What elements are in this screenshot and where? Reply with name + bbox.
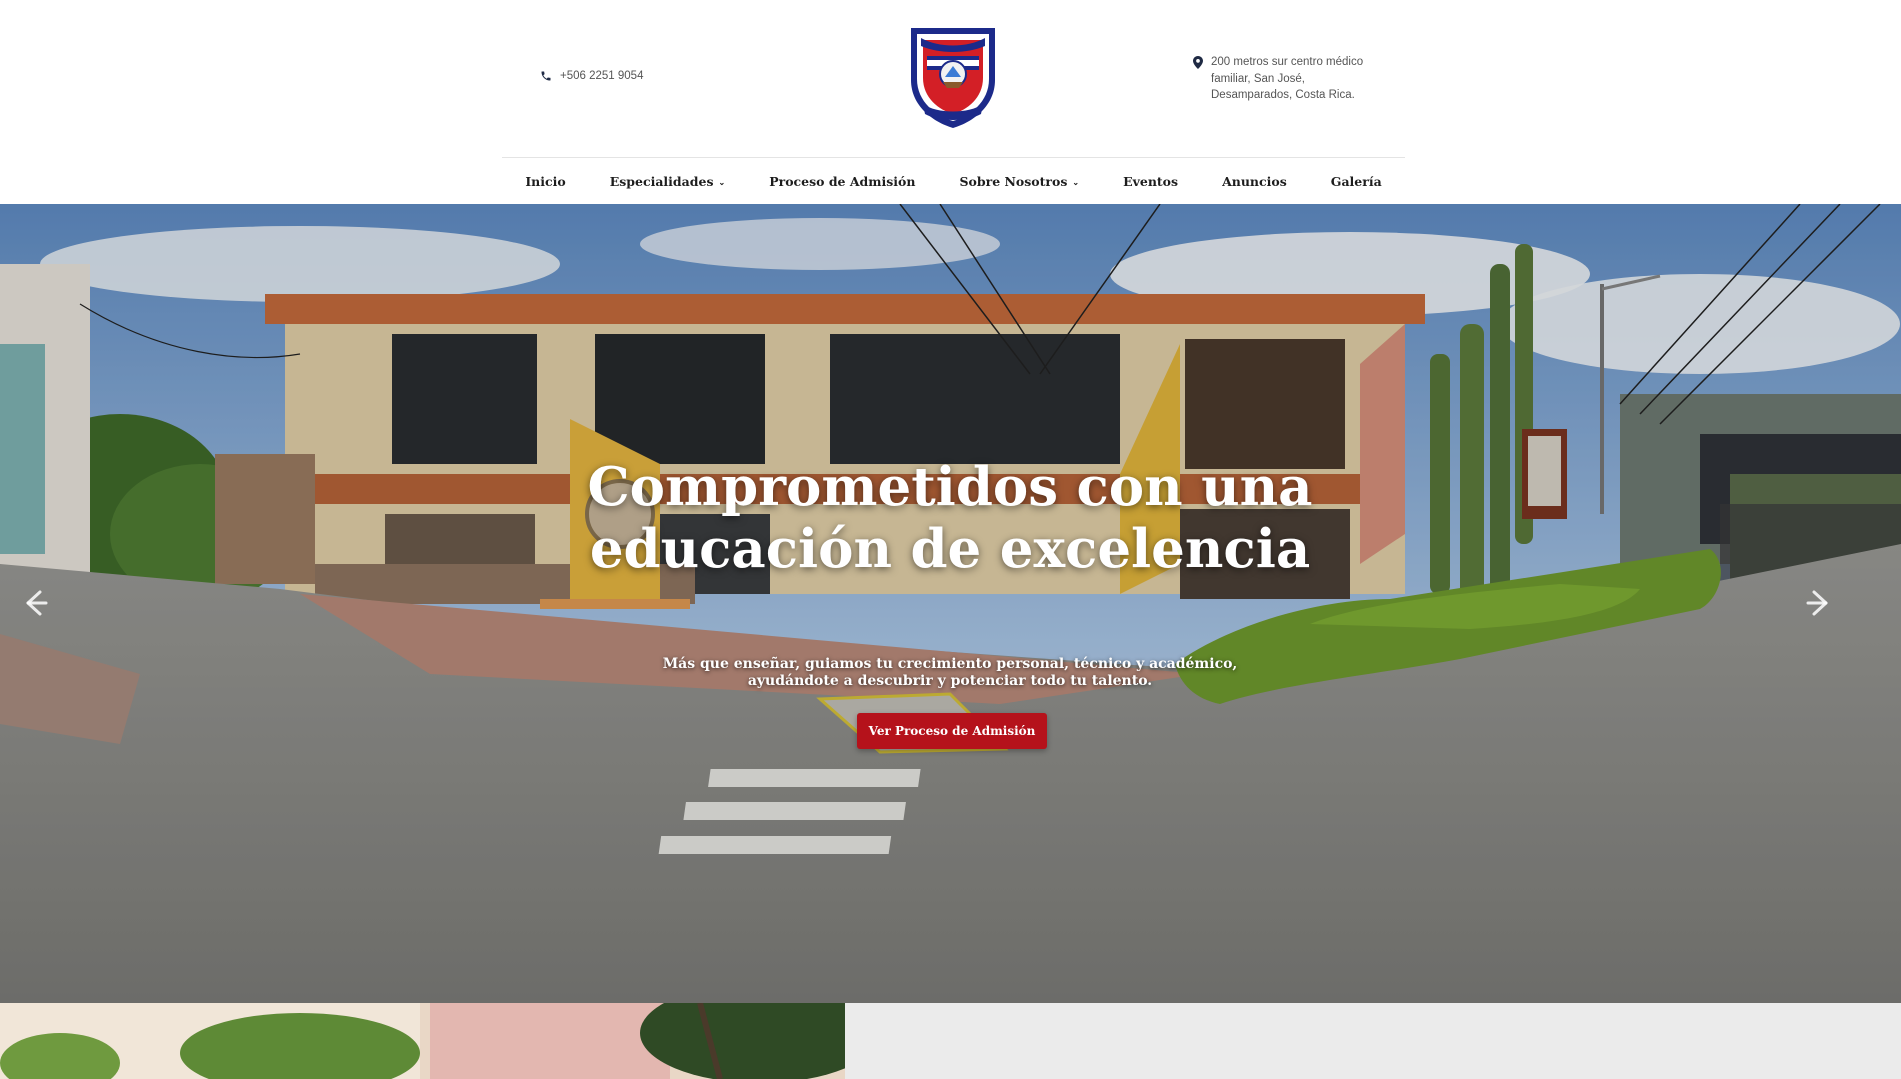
campus-photo	[0, 1003, 845, 1079]
nav-label: Anuncios	[1222, 173, 1287, 189]
nav-label: Inicio	[525, 173, 566, 189]
nav-item-galeria[interactable]: Galería	[1331, 174, 1382, 189]
nav-label: Especialidades	[609, 173, 714, 189]
nav-item-sobre-nosotros[interactable]: Sobre Nosotros ⌄	[960, 174, 1080, 189]
admission-process-button[interactable]: Ver Proceso de Admisión	[857, 713, 1047, 749]
nav-item-especialidades[interactable]: Especialidades ⌄	[610, 174, 726, 189]
nav-label: Eventos	[1123, 173, 1179, 189]
nav-label: Sobre Nosotros	[959, 173, 1068, 189]
hero-overlay	[0, 204, 1901, 1003]
address-text: 200 metros sur centro médico familiar, S…	[1211, 56, 1364, 101]
arrow-left-icon[interactable]	[18, 586, 52, 620]
phone-icon	[541, 71, 551, 81]
nav-label: Proceso de Admisión	[769, 173, 916, 189]
chevron-down-icon: ⌄	[1072, 177, 1080, 187]
nav-item-inicio[interactable]: Inicio	[525, 174, 565, 189]
chevron-down-icon: ⌄	[718, 177, 726, 187]
below-hero-section	[0, 1003, 1901, 1079]
map-pin-icon	[1193, 56, 1203, 69]
nav-item-proceso-de-admision[interactable]: Proceso de Admisión	[769, 174, 915, 189]
header-phone[interactable]: +506 2251 9054	[540, 70, 643, 82]
phone-number: +506 2251 9054	[560, 70, 644, 82]
main-nav: Inicio Especialidades ⌄ Proceso de Admis…	[502, 158, 1405, 204]
nav-item-eventos[interactable]: Eventos	[1123, 174, 1178, 189]
info-panel	[845, 1003, 1901, 1079]
hero-title: Comprometidos con una educación de excel…	[587, 456, 1313, 580]
nav-item-anuncios[interactable]: Anuncios	[1222, 174, 1287, 189]
header-address: 200 metros sur centro médico familiar, S…	[1193, 54, 1383, 104]
hero-slider: Comprometidos con una educación de excel…	[0, 204, 1901, 1003]
hero-subtitle: Más que enseñar, guiamos tu crecimiento …	[662, 656, 1238, 689]
site-header: +506 2251 9054 200 metros sur centro méd…	[0, 0, 1901, 204]
arrow-right-icon[interactable]	[1802, 586, 1836, 620]
school-crest-logo[interactable]	[903, 22, 1003, 132]
nav-label: Galería	[1330, 173, 1382, 189]
